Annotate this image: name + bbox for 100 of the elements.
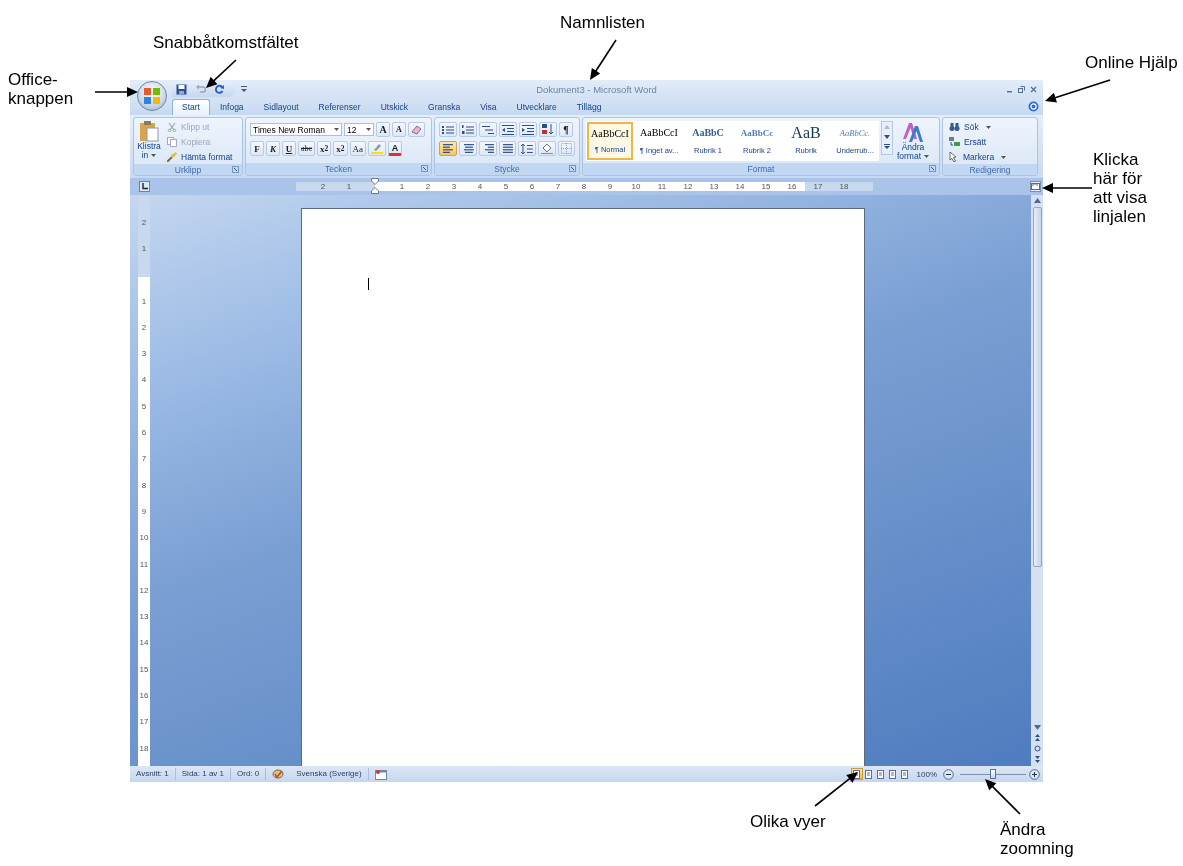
- ruler-number: 12: [138, 584, 150, 597]
- zoom-out-icon[interactable]: [943, 768, 954, 780]
- multilevel-list-button[interactable]: [479, 122, 497, 137]
- ruler-number: 14: [734, 182, 746, 191]
- brush-icon: [167, 152, 177, 162]
- highlighter-icon: [371, 143, 384, 154]
- clear-formatting-button[interactable]: [408, 122, 425, 137]
- ribbon-tab[interactable]: Visa: [470, 99, 507, 115]
- indent-marker-icon[interactable]: [371, 178, 379, 194]
- format-button[interactable]: abc: [298, 141, 316, 156]
- more-icon[interactable]: [883, 144, 891, 150]
- save-icon[interactable]: [176, 83, 187, 95]
- zoom-in-icon[interactable]: [1029, 768, 1040, 780]
- grow-font-button[interactable]: A: [376, 122, 390, 137]
- bullets-button[interactable]: [439, 122, 457, 137]
- dropdown-caret-icon[interactable]: [334, 128, 339, 131]
- ribbon-tab[interactable]: Utskick: [370, 99, 418, 115]
- browse-object-icon[interactable]: [1033, 745, 1041, 752]
- help-icon[interactable]: [1028, 101, 1039, 112]
- language-status[interactable]: Svenska (Sverige): [290, 768, 369, 780]
- ruler-number: 5: [502, 182, 510, 191]
- format-button[interactable]: Aa: [349, 141, 367, 156]
- dialog-launcher-icon[interactable]: [421, 165, 428, 172]
- line-spacing-icon: [521, 143, 534, 154]
- scroll-thumb[interactable]: [1032, 207, 1042, 567]
- proofing-icon[interactable]: [272, 768, 285, 780]
- ribbon-tab[interactable]: Infoga: [209, 99, 254, 115]
- shading-button[interactable]: [538, 141, 557, 156]
- line-spacing-button[interactable]: [518, 141, 537, 156]
- ruler-number: 9: [606, 182, 614, 191]
- format-button[interactable]: F: [250, 141, 264, 156]
- decrease-indent-button[interactable]: [499, 122, 517, 137]
- font-color-button[interactable]: A: [388, 141, 403, 156]
- increase-indent-icon: [522, 124, 534, 135]
- status-item[interactable]: Sida: 1 av 1: [175, 768, 231, 780]
- callout-label: Klicka här för att visa linjalen: [1093, 150, 1147, 226]
- macro-record-icon[interactable]: [374, 768, 387, 780]
- ribbon-tab[interactable]: Granska: [418, 99, 471, 115]
- clipboard-button[interactable]: Hämta format: [165, 150, 235, 164]
- align-button[interactable]: [439, 141, 457, 156]
- status-item[interactable]: Avsnitt: 1: [130, 768, 176, 780]
- ruler-number: 16: [138, 690, 150, 703]
- callout-arrow: [94, 87, 138, 97]
- gallery-scrollbar[interactable]: [881, 121, 893, 155]
- sort-button[interactable]: [539, 122, 557, 137]
- dropdown-caret-icon[interactable]: [924, 155, 930, 158]
- dropdown-caret-icon[interactable]: [985, 125, 991, 129]
- dropdown-caret-icon[interactable]: [1001, 155, 1007, 159]
- next-page-icon[interactable]: [1033, 756, 1041, 763]
- ruler-number: 13: [138, 611, 150, 624]
- vertical-scrollbar[interactable]: [1031, 195, 1043, 766]
- callout-label: Online Hjälp: [1085, 53, 1178, 72]
- scroll-up-icon[interactable]: [1033, 198, 1041, 203]
- numbering-button[interactable]: [459, 122, 477, 137]
- ribbon-tab[interactable]: Utvecklare: [506, 99, 567, 115]
- ruler-toggle-button[interactable]: [1030, 181, 1041, 192]
- format-button[interactable]: K: [266, 141, 280, 156]
- highlight-button[interactable]: [368, 141, 387, 156]
- restore-icon[interactable]: [1018, 85, 1025, 93]
- replace-icon: [949, 137, 960, 147]
- editing-button[interactable]: Markera: [947, 150, 1033, 164]
- previous-page-icon[interactable]: [1033, 734, 1041, 741]
- customize-caret-icon[interactable]: [241, 85, 247, 93]
- shrink-font-button[interactable]: A: [392, 122, 406, 137]
- zoom-level[interactable]: 100%: [916, 769, 937, 779]
- font-size-field[interactable]: 12: [344, 123, 374, 136]
- status-item[interactable]: Ord: 0: [231, 768, 267, 780]
- editing-button[interactable]: Sök: [947, 120, 1033, 134]
- dialog-launcher-icon[interactable]: [232, 166, 239, 173]
- redo-icon[interactable]: [214, 83, 225, 95]
- dialog-launcher-icon[interactable]: [569, 165, 576, 172]
- tab-selector-button[interactable]: [139, 181, 150, 192]
- ribbon-tab[interactable]: Referenser: [308, 99, 371, 115]
- ruler-number: 16: [786, 182, 798, 191]
- align-button[interactable]: [478, 141, 497, 156]
- callout-arrow: [1042, 183, 1093, 193]
- ribbon-tab[interactable]: Start: [172, 99, 210, 115]
- change-styles-button[interactable]: Ändra format: [895, 121, 931, 161]
- ribbon-tab[interactable]: Sidlayout: [253, 99, 309, 115]
- callout-arrow: [1045, 79, 1111, 103]
- ribbon-tab[interactable]: Tillägg: [566, 99, 612, 115]
- show-formatting-button[interactable]: ¶: [559, 122, 573, 137]
- editing-button[interactable]: Ersätt: [947, 135, 1033, 149]
- align-button[interactable]: [458, 141, 477, 156]
- vertical-ruler[interactable]: 2 1 1 2 3 4 5 6 7 8 9 10 11 12 13 14 15 16 17 18: [138, 195, 150, 766]
- ruler-number: 17: [138, 716, 150, 729]
- ruler-number: 2: [140, 321, 148, 334]
- callout-label: Namnlisten: [560, 13, 646, 32]
- close-icon[interactable]: [1030, 85, 1037, 93]
- zoom-slider-thumb[interactable]: [990, 768, 996, 779]
- format-button[interactable]: U: [282, 141, 296, 156]
- dialog-launcher-icon[interactable]: [929, 165, 936, 172]
- font-name-field[interactable]: Times New Roman: [250, 123, 342, 136]
- dropdown-caret-icon[interactable]: [151, 154, 157, 157]
- align-button[interactable]: [498, 141, 517, 156]
- increase-indent-button[interactable]: [519, 122, 537, 137]
- scroll-down-icon[interactable]: [883, 134, 891, 140]
- scroll-down-icon[interactable]: [1033, 725, 1041, 730]
- paste-button[interactable]: Klistra in: [136, 120, 162, 164]
- dropdown-caret-icon[interactable]: [366, 128, 371, 131]
